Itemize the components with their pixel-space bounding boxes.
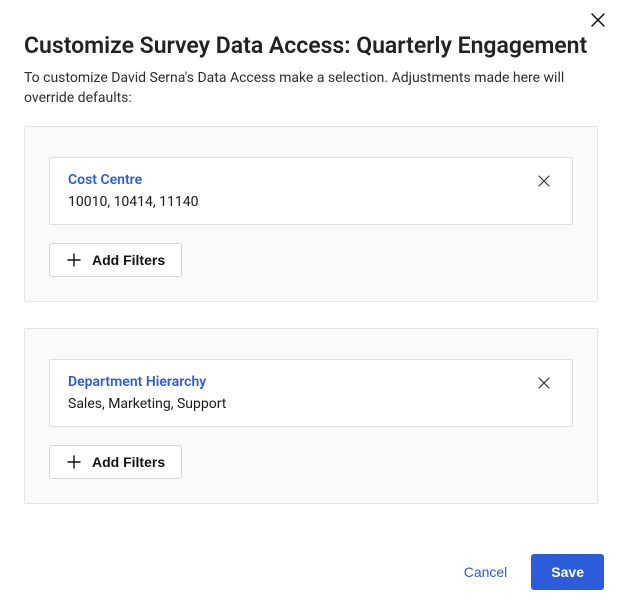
filter-label: Cost Centre: [68, 172, 554, 188]
filter-card: Department Hierarchy Sales, Marketing, S…: [24, 328, 598, 504]
add-filters-button[interactable]: Add Filters: [49, 243, 182, 277]
add-filters-button[interactable]: Add Filters: [49, 445, 182, 479]
close-icon[interactable]: [590, 12, 610, 32]
cancel-button[interactable]: Cancel: [458, 556, 514, 588]
remove-filter-icon[interactable]: [538, 172, 556, 190]
dialog-title: Customize Survey Data Access: Quarterly …: [24, 32, 604, 59]
filter-label: Department Hierarchy: [68, 374, 554, 390]
plus-icon: [66, 252, 82, 268]
filter-card: Cost Centre 10010, 10414, 11140 Add Filt…: [24, 126, 598, 302]
scroll-area[interactable]: Cost Centre 10010, 10414, 11140 Add Filt…: [24, 126, 604, 532]
plus-icon: [66, 454, 82, 470]
customize-data-access-dialog: Customize Survey Data Access: Quarterly …: [0, 0, 628, 604]
add-filters-label: Add Filters: [92, 252, 165, 268]
dialog-subtitle: To customize David Serna's Data Access m…: [24, 69, 584, 108]
filter-values: Sales, Marketing, Support: [68, 396, 554, 412]
dialog-footer: Cancel Save: [0, 540, 628, 604]
save-button[interactable]: Save: [531, 554, 604, 590]
remove-filter-icon[interactable]: [538, 374, 556, 392]
filter-values: 10010, 10414, 11140: [68, 194, 554, 210]
filter-box[interactable]: Department Hierarchy Sales, Marketing, S…: [49, 359, 573, 427]
add-filters-label: Add Filters: [92, 454, 165, 470]
filter-box[interactable]: Cost Centre 10010, 10414, 11140: [49, 157, 573, 225]
